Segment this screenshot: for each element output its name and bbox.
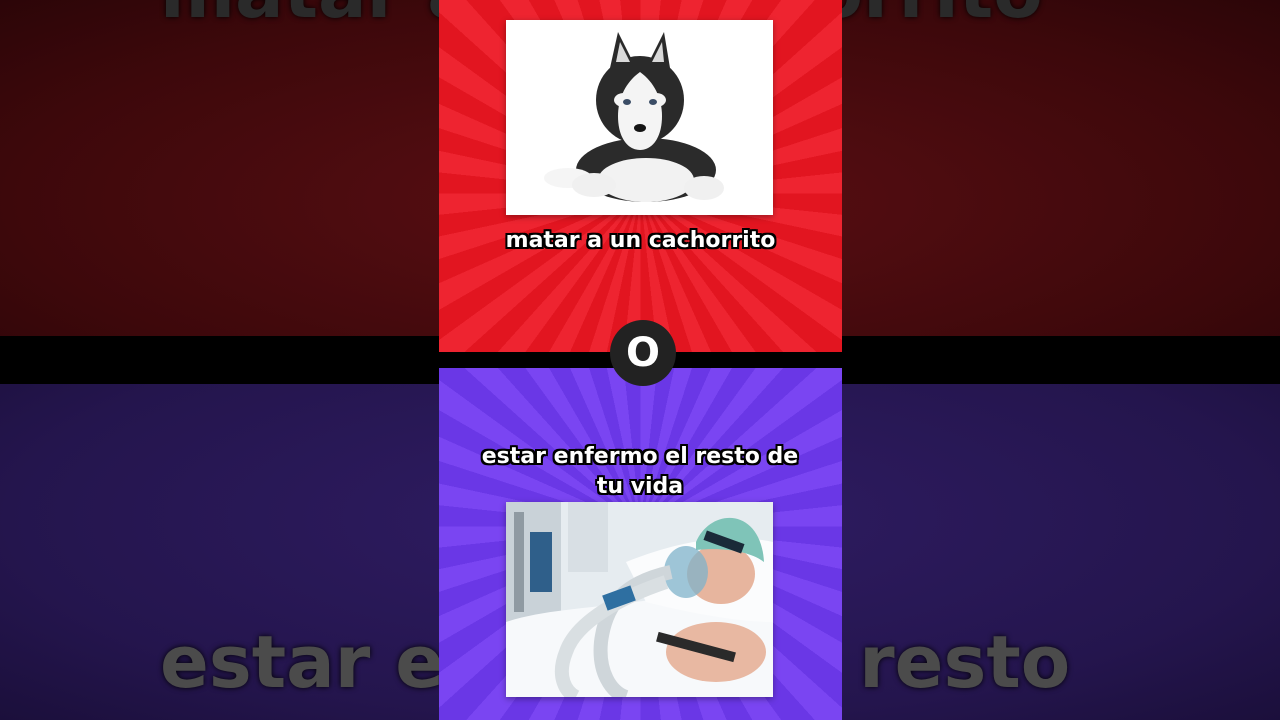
husky-puppy-illustration <box>506 20 773 215</box>
option-a-image <box>506 20 773 215</box>
option-b-image <box>506 502 773 697</box>
option-a-caption: matar a un cachorrito <box>505 228 776 253</box>
option-b-caption: estar enfermo el resto de tu vida <box>481 444 799 499</box>
hospital-patient-illustration <box>506 502 773 697</box>
or-separator-badge: O <box>610 320 676 386</box>
